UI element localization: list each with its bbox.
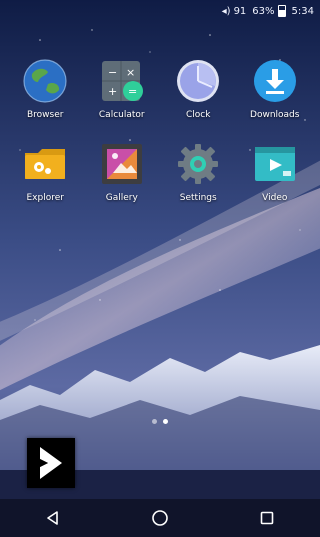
home-screen: ◂) 91 63% 5:34 Browser − × + = Calculato… — [0, 0, 320, 537]
app-explorer[interactable]: Explorer — [7, 141, 84, 204]
app-clock[interactable]: Clock — [160, 58, 237, 121]
page-indicator — [0, 419, 320, 424]
app-video[interactable]: Video — [237, 141, 314, 204]
status-bar: ◂) 91 63% 5:34 — [0, 0, 320, 24]
app-label: Video — [262, 193, 288, 203]
clock-icon — [175, 58, 221, 104]
folder-icon — [22, 141, 68, 187]
play-logo-icon — [40, 447, 62, 479]
app-label: Browser — [27, 110, 64, 120]
globe-icon — [22, 58, 68, 104]
recents-icon — [260, 511, 273, 525]
app-label: Downloads — [250, 110, 300, 120]
launcher-shortcut[interactable] — [27, 438, 75, 488]
app-browser[interactable]: Browser — [7, 58, 84, 121]
app-label: Explorer — [26, 193, 64, 203]
app-label: Gallery — [105, 193, 138, 203]
app-downloads[interactable]: Downloads — [237, 58, 314, 121]
home-button[interactable] — [145, 503, 175, 533]
signal-value: 91 — [233, 5, 247, 17]
svg-text:×: × — [126, 66, 135, 79]
app-calculator[interactable]: − × + = Calculator — [84, 58, 161, 121]
recents-button[interactable] — [252, 503, 282, 533]
svg-text:−: − — [108, 66, 117, 79]
app-gallery[interactable]: Gallery — [84, 141, 161, 204]
app-label: Calculator — [98, 110, 145, 120]
home-icon — [152, 510, 168, 526]
page-dot-1[interactable] — [152, 419, 157, 424]
clock-time: 5:34 — [291, 5, 314, 17]
svg-text:=: = — [128, 85, 137, 98]
app-settings[interactable]: Settings — [160, 141, 237, 204]
back-icon — [47, 511, 59, 525]
svg-text:+: + — [108, 85, 117, 98]
battery-indicator: 63% — [252, 5, 286, 17]
download-icon — [252, 58, 298, 104]
gallery-icon — [99, 141, 145, 187]
gear-icon — [175, 141, 221, 187]
battery-icon — [277, 5, 286, 17]
navigation-bar — [0, 499, 320, 537]
app-label: Settings — [179, 193, 217, 203]
app-grid: Browser − × + = Calculator Clock Downloa… — [7, 58, 313, 204]
signal-indicator: ◂) 91 — [222, 6, 247, 17]
back-button[interactable] — [38, 503, 68, 533]
app-label: Clock — [186, 110, 211, 120]
video-icon — [252, 141, 298, 187]
signal-icon: ◂) — [221, 5, 231, 17]
page-dot-2[interactable] — [163, 419, 168, 424]
battery-percent: 63% — [252, 5, 275, 17]
calculator-icon: − × + = — [99, 58, 145, 104]
